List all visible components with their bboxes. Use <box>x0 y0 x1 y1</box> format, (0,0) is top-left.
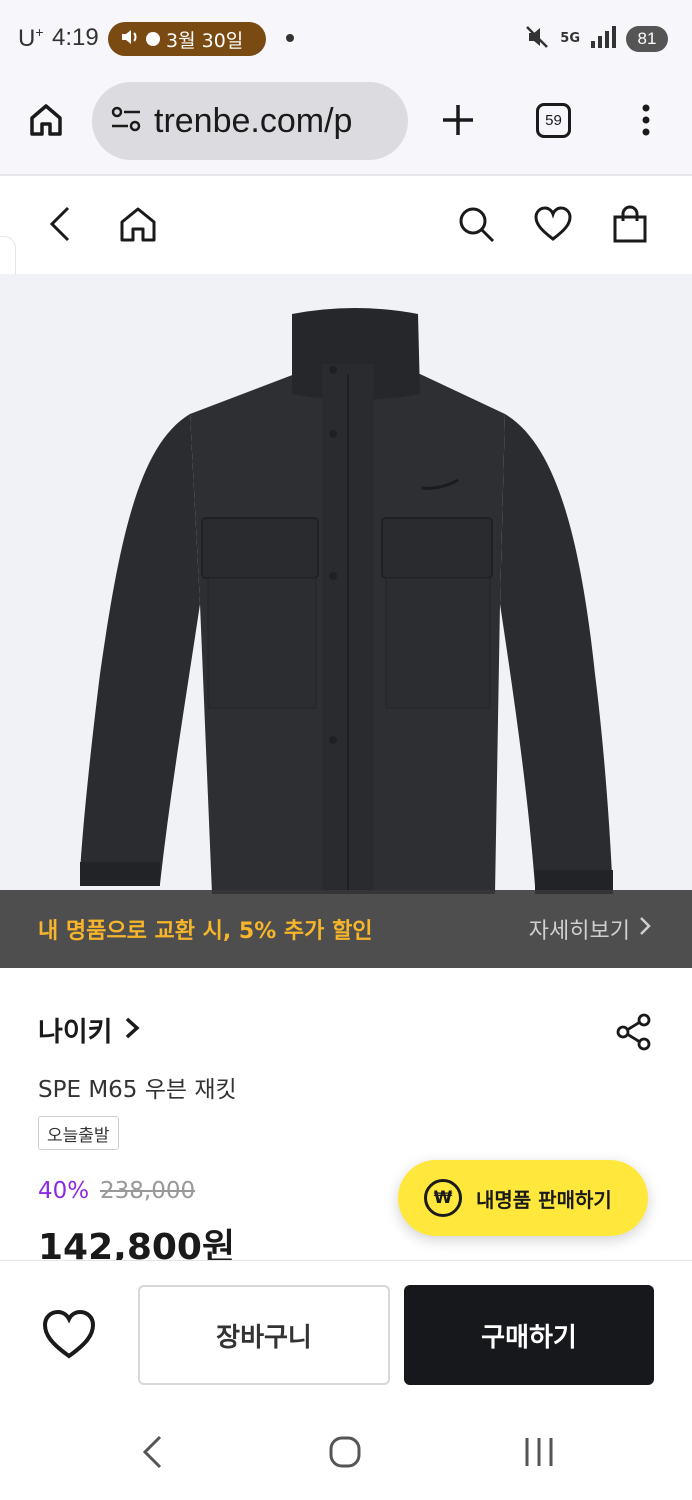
site-settings-icon[interactable] <box>110 105 142 137</box>
chevron-right-icon <box>638 915 652 943</box>
product-name: SPE M65 우븐 재킷 <box>38 1077 237 1103</box>
promo-details-link[interactable]: 자세히보기 <box>529 913 652 945</box>
trade-in-promo-bar[interactable]: 내 명품으로 교환 시, 5% 추가 할인 자세히보기 <box>0 890 692 968</box>
mute-icon <box>524 24 550 54</box>
new-tab-plus-icon[interactable] <box>438 100 478 140</box>
tab-switcher-button[interactable]: 59 <box>536 103 571 138</box>
heart-icon[interactable] <box>533 204 573 244</box>
brand-link[interactable]: 나이키 <box>38 1010 141 1049</box>
status-icons: 5G 81 <box>524 24 668 54</box>
discount-rate: 40% <box>38 1178 90 1204</box>
more-menu-icon[interactable] <box>636 100 656 140</box>
system-navigation-bar <box>0 1406 692 1500</box>
product-image[interactable] <box>0 274 692 968</box>
site-header <box>0 178 692 274</box>
brand-name: 나이키 <box>38 1017 113 1048</box>
won-icon: ₩ <box>424 1179 462 1217</box>
recent-apps-icon[interactable] <box>522 1434 556 1474</box>
browser-toolbar: trenbe.com/p 59 <box>0 78 692 176</box>
purchase-action-bar: 장바구니 구매하기 <box>0 1260 692 1406</box>
speaker-icon <box>120 28 140 51</box>
promo-text: 내 명품으로 교환 시, 5% 추가 할인 <box>38 919 373 944</box>
battery-indicator: 81 <box>626 26 668 52</box>
record-dot-icon <box>146 32 160 46</box>
media-indicator[interactable]: 3월 30일 <box>108 22 266 56</box>
search-icon[interactable] <box>456 204 496 244</box>
back-icon[interactable] <box>42 204 82 244</box>
wishlist-heart-icon[interactable] <box>40 1307 98 1361</box>
chevron-right-icon <box>123 1015 141 1045</box>
shopping-bag-icon[interactable] <box>610 204 650 244</box>
share-icon[interactable] <box>614 1012 654 1052</box>
status-time: 4:19 <box>52 24 99 51</box>
sell-my-luxury-button[interactable]: ₩ 내명품 판매하기 <box>398 1160 648 1236</box>
home-icon[interactable] <box>26 100 66 140</box>
home-nav-icon[interactable] <box>328 1434 362 1474</box>
signal-icon <box>590 26 616 52</box>
network-label: 5G <box>560 31 580 46</box>
home-icon[interactable] <box>118 204 158 244</box>
notification-dot <box>286 34 294 42</box>
media-date: 3월 30일 <box>166 29 244 52</box>
back-nav-icon[interactable] <box>140 1434 164 1474</box>
sell-button-label: 내명품 판매하기 <box>476 1187 612 1212</box>
buy-now-button[interactable]: 구매하기 <box>404 1285 654 1385</box>
carrier-label: U+ <box>18 24 44 52</box>
jacket-image <box>80 308 613 894</box>
url-text: trenbe.com/p <box>154 101 353 140</box>
promo-link-label: 자세히보기 <box>528 919 630 944</box>
address-bar[interactable]: trenbe.com/p <box>92 82 408 160</box>
same-day-shipping-badge: 오늘출발 <box>38 1116 119 1150</box>
original-price: 238,000 <box>100 1178 196 1204</box>
status-bar: U+ 4:19 3월 30일 5G 81 <box>0 0 692 78</box>
add-to-cart-button[interactable]: 장바구니 <box>138 1285 390 1385</box>
